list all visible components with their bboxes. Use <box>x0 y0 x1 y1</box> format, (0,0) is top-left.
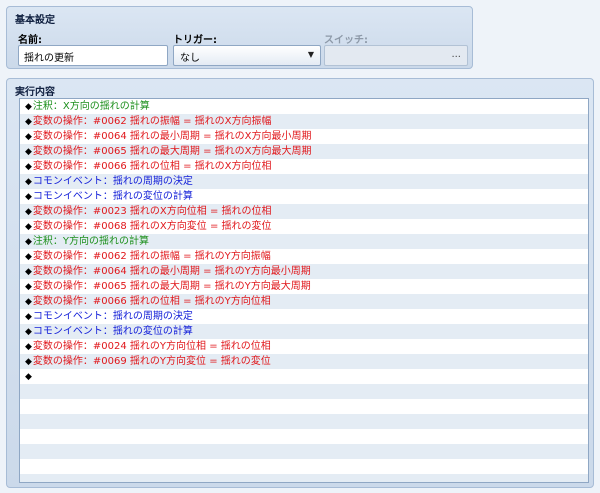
command-text: 変数の操作：#0023 揺れのX方向位相 = 揺れの位相 <box>32 206 272 217</box>
command-row[interactable]: ◆変数の操作：#0065 揺れの最大周期 = 揺れのX方向最大周期 <box>20 144 588 159</box>
command-row[interactable]: ◆コモンイベント：揺れの変位の計算 <box>20 324 588 339</box>
command-text: 変数の操作：#0066 揺れの位相 = 揺れのX方向位相 <box>32 161 272 172</box>
command-text: 変数の操作：#0068 揺れのX方向変位 = 揺れの変位 <box>32 221 272 232</box>
empty-row <box>20 429 588 444</box>
diamond-icon: ◆ <box>25 207 32 217</box>
command-row[interactable]: ◆ <box>20 369 588 384</box>
diamond-icon: ◆ <box>25 267 32 277</box>
command-text: 変数の操作：#0062 揺れの振幅 = 揺れのY方向振幅 <box>32 251 271 262</box>
name-label: 名前: <box>18 35 42 46</box>
trigger-label: トリガー: <box>173 35 217 46</box>
command-row[interactable]: ◆注釈：Y方向の揺れの計算 <box>20 234 588 249</box>
trigger-select[interactable]: なし ▼ <box>173 45 321 66</box>
diamond-icon: ◆ <box>25 252 32 262</box>
command-text: 注釈：X方向の揺れの計算 <box>32 101 150 112</box>
command-row[interactable]: ◆コモンイベント：揺れの周期の決定 <box>20 174 588 189</box>
command-text: 変数の操作：#0064 揺れの最小周期 = 揺れのX方向最小周期 <box>32 131 312 142</box>
name-input[interactable]: 揺れの更新 <box>18 45 168 66</box>
diamond-icon: ◆ <box>25 297 32 307</box>
basic-settings-title: 基本設定 <box>15 15 55 26</box>
command-row[interactable]: ◆変数の操作：#0066 揺れの位相 = 揺れのY方向位相 <box>20 294 588 309</box>
execution-content-title: 実行内容 <box>15 87 55 98</box>
basic-settings-panel: 基本設定 名前: トリガー: スイッチ: 揺れの更新 なし ▼ ... <box>6 6 473 69</box>
execution-content-panel: 実行内容 ◆注釈：X方向の揺れの計算 ◆変数の操作：#0062 揺れの振幅 = 揺… <box>6 78 594 488</box>
diamond-icon: ◆ <box>25 372 32 382</box>
diamond-icon: ◆ <box>25 147 32 157</box>
diamond-icon: ◆ <box>25 117 32 127</box>
diamond-icon: ◆ <box>25 192 32 202</box>
command-text: コモンイベント：揺れの周期の決定 <box>32 176 193 187</box>
command-row[interactable]: ◆変数の操作：#0024 揺れのY方向位相 = 揺れの位相 <box>20 339 588 354</box>
trigger-value: なし <box>180 53 200 64</box>
diamond-icon: ◆ <box>25 102 32 112</box>
command-text: コモンイベント：揺れの周期の決定 <box>32 311 193 322</box>
command-row[interactable]: ◆コモンイベント：揺れの周期の決定 <box>20 309 588 324</box>
chevron-down-icon: ▼ <box>307 50 314 59</box>
command-row[interactable]: ◆注釈：X方向の揺れの計算 <box>20 99 588 114</box>
diamond-icon: ◆ <box>25 237 32 247</box>
empty-row <box>20 444 588 459</box>
command-text: コモンイベント：揺れの変位の計算 <box>32 191 193 202</box>
command-row[interactable]: ◆変数の操作：#0066 揺れの位相 = 揺れのX方向位相 <box>20 159 588 174</box>
diamond-icon: ◆ <box>25 162 32 172</box>
empty-row <box>20 399 588 414</box>
command-text: コモンイベント：揺れの変位の計算 <box>32 326 193 337</box>
command-text: 変数の操作：#0065 揺れの最大周期 = 揺れのY方向最大周期 <box>32 281 311 292</box>
command-row[interactable]: ◆変数の操作：#0069 揺れのY方向変位 = 揺れの変位 <box>20 354 588 369</box>
empty-row <box>20 474 588 482</box>
command-text: 変数の操作：#0024 揺れのY方向位相 = 揺れの位相 <box>32 341 271 352</box>
command-row[interactable]: ◆変数の操作：#0064 揺れの最小周期 = 揺れのY方向最小周期 <box>20 264 588 279</box>
command-row[interactable]: ◆変数の操作：#0062 揺れの振幅 = 揺れのX方向振幅 <box>20 114 588 129</box>
command-row[interactable]: ◆変数の操作：#0023 揺れのX方向位相 = 揺れの位相 <box>20 204 588 219</box>
switch-label: スイッチ: <box>324 35 368 46</box>
command-row[interactable]: ◆変数の操作：#0068 揺れのX方向変位 = 揺れの変位 <box>20 219 588 234</box>
diamond-icon: ◆ <box>25 132 32 142</box>
command-text: 変数の操作：#0064 揺れの最小周期 = 揺れのY方向最小周期 <box>32 266 311 277</box>
diamond-icon: ◆ <box>25 177 32 187</box>
command-text: 変数の操作：#0065 揺れの最大周期 = 揺れのX方向最大周期 <box>32 146 312 157</box>
diamond-icon: ◆ <box>25 327 32 337</box>
ellipsis-icon: ... <box>451 49 461 60</box>
command-row[interactable]: ◆コモンイベント：揺れの変位の計算 <box>20 189 588 204</box>
diamond-icon: ◆ <box>25 312 32 322</box>
empty-row <box>20 459 588 474</box>
command-row[interactable]: ◆変数の操作：#0065 揺れの最大周期 = 揺れのY方向最大周期 <box>20 279 588 294</box>
empty-row <box>20 384 588 399</box>
command-text: 変数の操作：#0066 揺れの位相 = 揺れのY方向位相 <box>32 296 271 307</box>
switch-button[interactable]: ... <box>324 45 468 66</box>
diamond-icon: ◆ <box>25 282 32 292</box>
command-row[interactable]: ◆変数の操作：#0064 揺れの最小周期 = 揺れのX方向最小周期 <box>20 129 588 144</box>
diamond-icon: ◆ <box>25 342 32 352</box>
empty-row <box>20 414 588 429</box>
diamond-icon: ◆ <box>25 357 32 367</box>
command-text: 変数の操作：#0062 揺れの振幅 = 揺れのX方向振幅 <box>32 116 272 127</box>
diamond-icon: ◆ <box>25 222 32 232</box>
command-list[interactable]: ◆注釈：X方向の揺れの計算 ◆変数の操作：#0062 揺れの振幅 = 揺れのX方向… <box>19 98 589 483</box>
command-text: 注釈：Y方向の揺れの計算 <box>32 236 150 247</box>
command-text: 変数の操作：#0069 揺れのY方向変位 = 揺れの変位 <box>32 356 271 367</box>
command-row[interactable]: ◆変数の操作：#0062 揺れの振幅 = 揺れのY方向振幅 <box>20 249 588 264</box>
